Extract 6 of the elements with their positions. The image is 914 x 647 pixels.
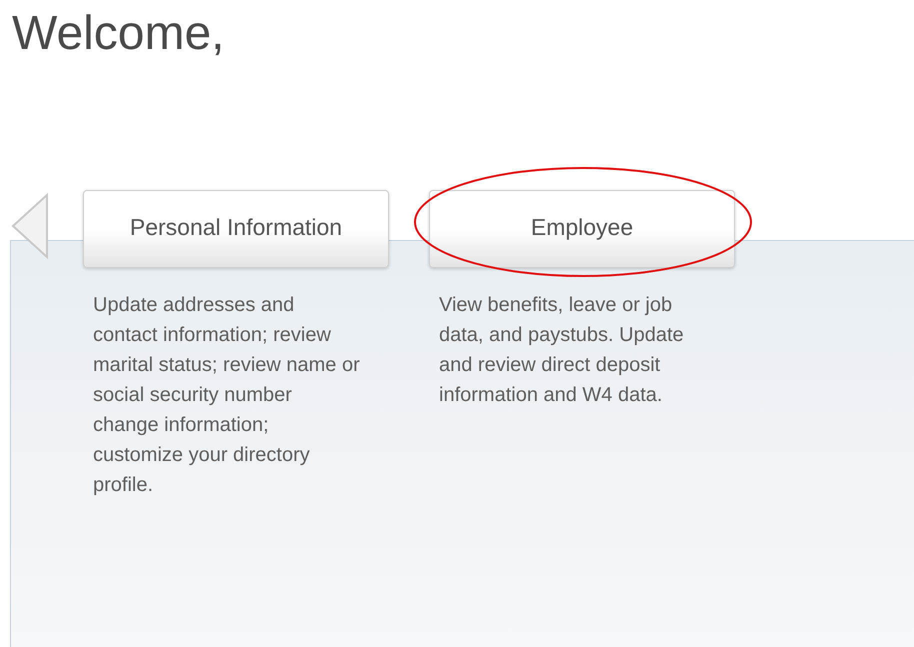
left-arrow-icon[interactable] — [11, 193, 49, 259]
category-description: View benefits, leave or job data, and paystubs. Update and review direct deposit information and W4 data. — [438, 293, 685, 408]
welcome-heading: Welcome, — [12, 6, 225, 62]
category-description: Update addresses and contact information; review marital status; review name or social security number change information; customize your directory profile. — [92, 293, 361, 498]
category-button[interactable]: Employee — [429, 190, 735, 268]
category-button[interactable]: Personal Information — [83, 190, 389, 268]
